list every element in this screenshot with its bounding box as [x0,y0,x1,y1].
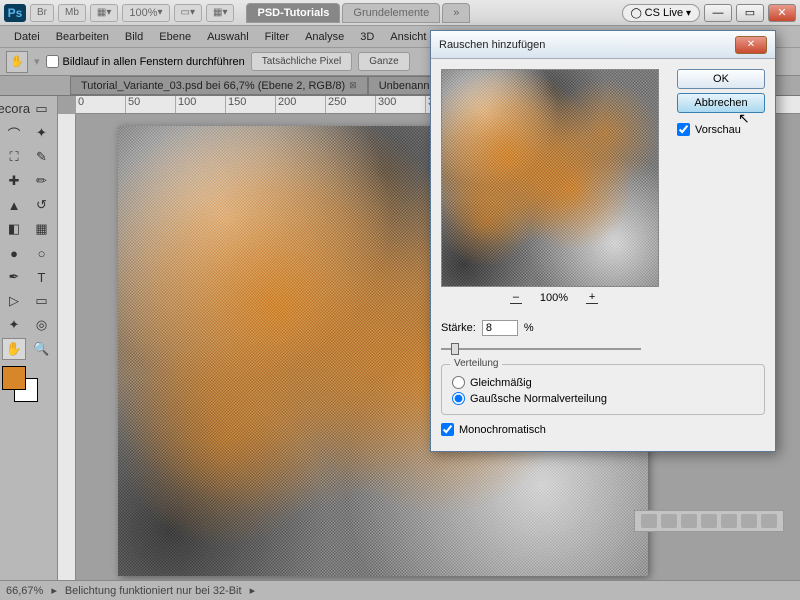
vertical-ruler [58,114,76,580]
3d-tool[interactable]: ✦ [2,314,26,336]
magic-wand-tool[interactable]: ✦ [30,122,54,144]
dialog-title: Rauschen hinzufügen [439,39,735,51]
path-select-tool[interactable]: ▷ [2,290,26,312]
screen-mode-button[interactable]: ▭▾ [174,4,202,22]
eyedropper-tool[interactable]: ✎ [30,146,54,168]
maximize-button[interactable]: ▭ [736,4,764,22]
ok-button[interactable]: OK [677,69,765,89]
actual-pixels-button[interactable]: Tatsächliche Pixel [251,52,352,71]
preview-thumbnail[interactable] [441,69,659,287]
adjustment-icon[interactable] [701,514,717,528]
type-tool[interactable]: T [30,266,54,288]
workspace-more[interactable]: » [442,3,470,23]
menu-datei[interactable]: Datei [6,31,48,43]
move-tool[interactable]: �decoration [2,98,26,120]
menu-bearbeiten[interactable]: Bearbeiten [48,31,117,43]
minimize-button[interactable]: — [704,4,732,22]
fx-icon[interactable] [661,514,677,528]
crop-tool[interactable]: ⛶ [2,146,26,168]
menu-ansicht[interactable]: Ansicht [382,31,434,43]
dialog-close-button[interactable]: ✕ [735,36,767,54]
zoom-level[interactable]: 100% ▾ [122,4,169,22]
preview-checkbox[interactable]: Vorschau [677,123,765,136]
distribution-group: Verteilung Gleichmäßig Gaußsche Normalve… [441,364,765,415]
bridge-button[interactable]: Br [30,4,54,22]
foreground-color-swatch[interactable] [2,366,26,390]
healing-tool[interactable]: ✚ [2,170,26,192]
strength-label: Stärke: [441,322,476,334]
ps-logo: Ps [4,4,26,22]
uniform-radio[interactable]: Gleichmäßig [452,376,754,389]
shape-tool[interactable]: ▭ [30,290,54,312]
trash-icon[interactable] [761,514,777,528]
menu-auswahl[interactable]: Auswahl [199,31,257,43]
extras-button[interactable]: ▦▾ [206,4,234,22]
menu-bild[interactable]: Bild [117,31,151,43]
zoom-out-button[interactable]: – [510,291,522,304]
mask-icon[interactable] [681,514,697,528]
cancel-button[interactable]: Abbrechen [677,93,765,113]
hand-tool[interactable]: ✋ [2,338,26,360]
new-layer-icon[interactable] [741,514,757,528]
document-tab-1[interactable]: Tutorial_Variante_03.psd bei 66,7% (Eben… [70,76,368,95]
status-message: Belichtung funktioniert nur bei 32-Bit [65,585,242,597]
gaussian-radio[interactable]: Gaußsche Normalverteilung [452,392,754,405]
strength-input[interactable] [482,320,518,336]
title-bar: Ps Br Mb ▦▾ 100% ▾ ▭▾ ▦▾ PSD-Tutorials G… [0,0,800,26]
marquee-tool[interactable]: ▭ [30,98,54,120]
menu-ebene[interactable]: Ebene [151,31,199,43]
monochromatic-checkbox[interactable]: Monochromatisch [441,423,765,436]
color-swatches[interactable] [2,366,42,406]
pen-tool[interactable]: ✒ [2,266,26,288]
brush-tool[interactable]: ✏ [30,170,54,192]
blur-tool[interactable]: ● [2,242,26,264]
group-icon[interactable] [721,514,737,528]
menu-3d[interactable]: 3D [352,31,382,43]
workspace-tab-grundelemente[interactable]: Grundelemente [342,3,440,23]
layer-panel-buttons [634,510,784,532]
dodge-tool[interactable]: ○ [30,242,54,264]
hand-tool-icon[interactable]: ✋ [6,51,28,73]
dialog-titlebar[interactable]: Rauschen hinzufügen ✕ [431,31,775,59]
gradient-tool[interactable]: ▦ [30,218,54,240]
cs-live-button[interactable]: ◯ CS Live ▾ [622,4,700,22]
percent-label: % [524,322,534,334]
menu-analyse[interactable]: Analyse [297,31,352,43]
link-icon[interactable] [641,514,657,528]
scroll-all-windows-checkbox[interactable]: Bildlauf in allen Fenstern durchführen [46,55,245,68]
fit-screen-button[interactable]: Ganze [358,52,409,71]
close-button[interactable]: ✕ [768,4,796,22]
add-noise-dialog: Rauschen hinzufügen ✕ – 100% + OK Abbrec… [430,30,776,452]
arrange-docs-button[interactable]: ▦▾ [90,4,118,22]
menu-filter[interactable]: Filter [257,31,297,43]
status-bar: 66,67% ▸ Belichtung funktioniert nur bei… [0,580,800,600]
toolbox: �decoration ▭ ⌒ ✦ ⛶ ✎ ✚ ✏ ▲ ↺ ◧ ▦ ● ○ ✒ … [0,96,58,580]
zoom-percent: 100% [540,292,568,304]
lasso-tool[interactable]: ⌒ [2,122,26,144]
workspace-tab-psd-tutorials[interactable]: PSD-Tutorials [246,3,340,23]
3d-camera-tool[interactable]: ◎ [30,314,54,336]
eraser-tool[interactable]: ◧ [2,218,26,240]
zoom-tool[interactable]: 🔍 [30,338,54,360]
strength-slider[interactable] [441,342,641,356]
history-brush-tool[interactable]: ↺ [30,194,54,216]
close-icon[interactable]: ⊠ [349,80,357,91]
zoom-readout[interactable]: 66,67% [6,585,43,597]
stamp-tool[interactable]: ▲ [2,194,26,216]
minibridge-button[interactable]: Mb [58,4,86,22]
zoom-in-button[interactable]: + [586,291,598,304]
